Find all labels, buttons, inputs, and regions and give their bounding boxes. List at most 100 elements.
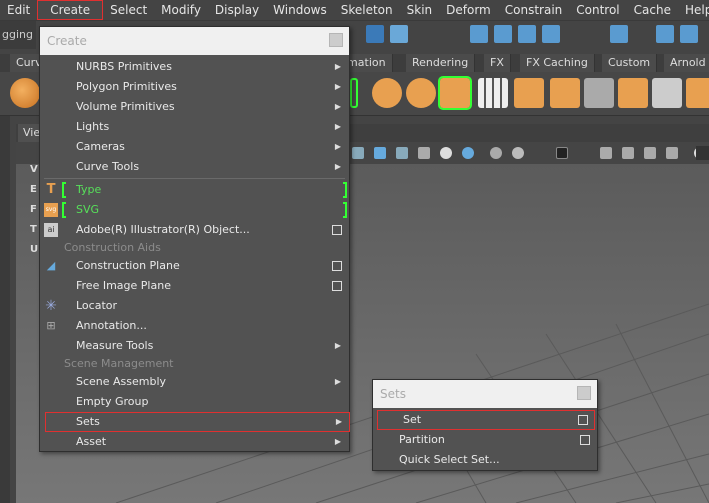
option-box-icon[interactable]	[332, 261, 342, 271]
shelf-tab-fx-caching[interactable]: FX Caching	[520, 54, 595, 72]
menu-item-empty-group[interactable]: Empty Group	[40, 392, 349, 412]
shadow-icon[interactable]	[462, 147, 474, 159]
shelf-tab-fx[interactable]: FX	[484, 54, 511, 72]
sphere-shelf-icon[interactable]	[10, 78, 40, 108]
film-gate-icon[interactable]	[644, 147, 656, 159]
xray-icon[interactable]	[512, 147, 524, 159]
snap-icon[interactable]	[366, 25, 384, 43]
menu-item-curve-tools[interactable]: Curve Tools ▶	[40, 157, 349, 177]
point-snap-icon[interactable]	[518, 25, 536, 43]
viewport-menu-t[interactable]: T	[30, 224, 37, 235]
cube-shelf-icon[interactable]	[438, 76, 472, 110]
sets-menu-title-text: Sets	[380, 387, 406, 401]
menu-item-type[interactable]: T Type	[40, 180, 349, 200]
isolate-icon[interactable]	[490, 147, 502, 159]
viewport-menu-f[interactable]: F	[30, 204, 37, 215]
menu-item-label: Sets	[76, 415, 100, 428]
menu-help[interactable]: Help	[678, 0, 709, 20]
menu-item-asset[interactable]: Asset ▶	[40, 432, 349, 452]
menu-item-annotation[interactable]: ⊞ Annotation...	[40, 316, 349, 336]
menu-create[interactable]: Create	[37, 0, 104, 20]
section-construction-aids: Construction Aids	[64, 241, 161, 254]
magnet-icon[interactable]	[390, 25, 408, 43]
toolbox	[0, 116, 10, 503]
menu-item-free-image-plane[interactable]: Free Image Plane	[40, 276, 349, 296]
menu-item-label: Asset	[76, 435, 107, 448]
resolution-icon[interactable]	[622, 147, 634, 159]
combine-shelf-icon[interactable]	[406, 78, 436, 108]
exposure-field[interactable]: 0.	[696, 146, 709, 160]
render-icon[interactable]	[610, 25, 628, 43]
menu-item-locator[interactable]: ✳ Locator	[40, 296, 349, 316]
menu-item-illustrator-object[interactable]: ai Adobe(R) Illustrator(R) Object...	[40, 220, 349, 240]
stack-shelf-icon[interactable]	[686, 78, 709, 108]
shelf-tab-rendering[interactable]: Rendering	[406, 54, 476, 72]
menu-edit[interactable]: Edit	[0, 0, 37, 20]
menu-cache[interactable]: Cache	[627, 0, 678, 20]
extrude-shelf-icon[interactable]	[618, 78, 648, 108]
create-menu: Create NURBS Primitives ▶ Polygon Primiti…	[39, 26, 350, 452]
menu-item-nurbs-primitives[interactable]: NURBS Primitives ▶	[40, 57, 349, 77]
menu-select[interactable]: Select	[103, 0, 154, 20]
menu-constrain[interactable]: Constrain	[498, 0, 570, 20]
menu-item-measure-tools[interactable]: Measure Tools ▶	[40, 336, 349, 356]
menu-item-cameras[interactable]: Cameras ▶	[40, 137, 349, 157]
annotation-icon: ⊞	[46, 319, 56, 332]
shaded-icon[interactable]	[396, 147, 408, 159]
menu-item-label: Empty Group	[76, 395, 149, 408]
lock-icon[interactable]	[656, 25, 674, 43]
texture-icon[interactable]	[418, 147, 430, 159]
menuset-label[interactable]: gging	[0, 21, 36, 49]
pen-shelf-icon[interactable]	[584, 78, 614, 108]
option-box-icon[interactable]	[332, 281, 342, 291]
menu-item-volume-primitives[interactable]: Volume Primitives ▶	[40, 97, 349, 117]
box-shelf-icon[interactable]	[514, 78, 544, 108]
menu-skin[interactable]: Skin	[400, 0, 440, 20]
shelf-bracket-left	[62, 202, 66, 218]
menu-item-construction-plane[interactable]: ◢ Construction Plane	[40, 256, 349, 276]
option-box-icon[interactable]	[332, 225, 342, 235]
menu-windows[interactable]: Windows	[266, 0, 334, 20]
menu-display[interactable]: Display	[208, 0, 266, 20]
grid-toggle-icon[interactable]	[556, 147, 568, 159]
shelf-tab-arnold[interactable]: Arnold	[664, 54, 709, 72]
locator-icon: ✳	[45, 298, 57, 314]
curve-snap-icon[interactable]	[494, 25, 512, 43]
menu-item-sets[interactable]: Sets ▶	[45, 412, 350, 432]
shelf-tab-custom[interactable]: Custom	[602, 54, 658, 72]
section-scene-management: Scene Management	[64, 357, 174, 370]
menu-modify[interactable]: Modify	[154, 0, 208, 20]
menu-item-polygon-primitives[interactable]: Polygon Primitives ▶	[40, 77, 349, 97]
menu-item-lights[interactable]: Lights ▶	[40, 117, 349, 137]
tear-off-button[interactable]	[577, 386, 591, 400]
viewport-menu-view[interactable]: V	[30, 164, 38, 175]
viewport-menu-u[interactable]: U	[30, 244, 38, 255]
blocks-shelf-icon[interactable]	[550, 78, 580, 108]
menu-item-svg[interactable]: svg SVG	[40, 200, 349, 220]
surface-snap-icon[interactable]	[542, 25, 560, 43]
menu-item-label: Measure Tools	[76, 339, 154, 352]
tear-off-button[interactable]	[329, 33, 343, 47]
light-icon[interactable]	[440, 147, 452, 159]
menu-item-set[interactable]: Set	[377, 410, 595, 430]
menu-control[interactable]: Control	[569, 0, 626, 20]
camera-icon[interactable]	[352, 147, 364, 159]
layers-shelf-icon[interactable]	[652, 78, 682, 108]
frame-icon[interactable]	[600, 147, 612, 159]
option-box-icon[interactable]	[580, 435, 590, 445]
menu-item-scene-assembly[interactable]: Scene Assembly ▶	[40, 372, 349, 392]
gate-mask-icon[interactable]	[666, 147, 678, 159]
grid-snap-icon[interactable]	[470, 25, 488, 43]
menu-item-partition[interactable]: Partition	[373, 430, 597, 450]
user-icon[interactable]	[680, 25, 698, 43]
text-shelf-icon[interactable]	[350, 78, 358, 108]
viewport-menu-edit[interactable]: E	[30, 184, 37, 195]
wireframe-icon[interactable]	[374, 147, 386, 159]
grid-shelf-icon[interactable]	[478, 78, 508, 108]
menu-item-quick-select-set[interactable]: Quick Select Set...	[373, 450, 597, 470]
option-box-icon[interactable]	[578, 415, 588, 425]
menu-skeleton[interactable]: Skeleton	[334, 0, 400, 20]
menu-deform[interactable]: Deform	[439, 0, 498, 20]
menu-item-label: Curve Tools	[76, 160, 140, 173]
polygon-shelf-icon[interactable]	[372, 78, 402, 108]
